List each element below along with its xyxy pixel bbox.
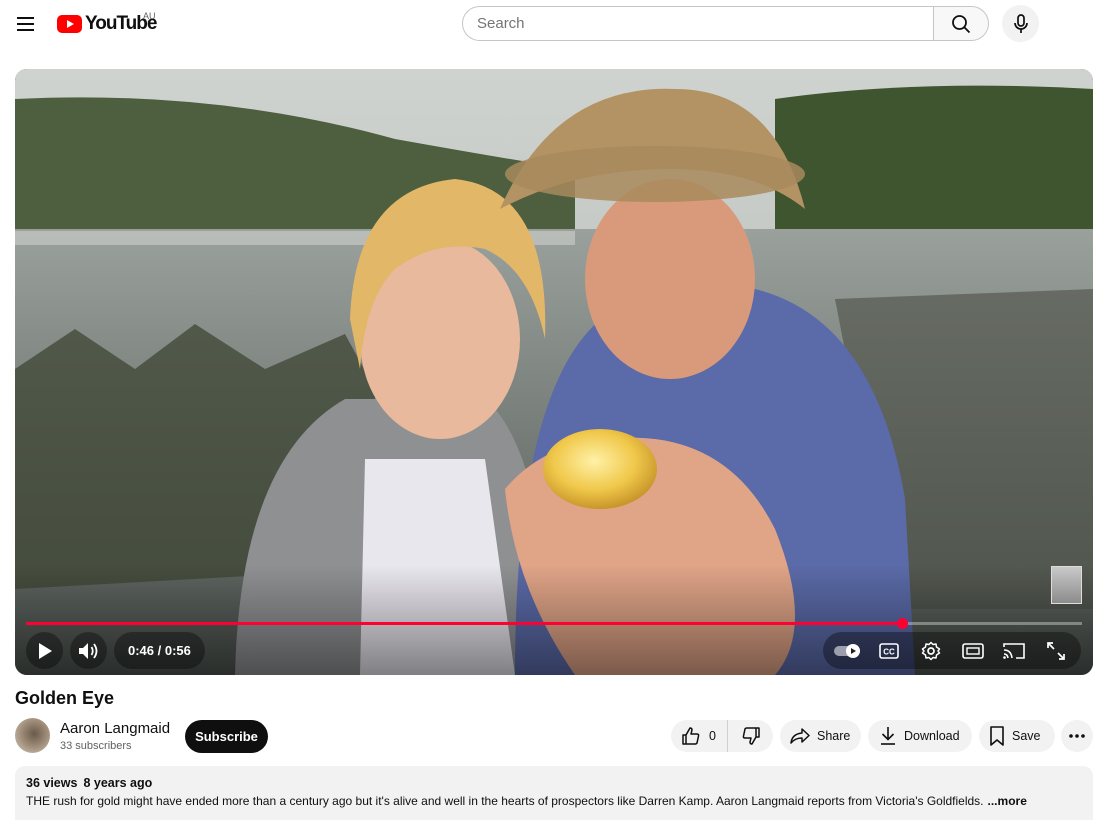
search-button[interactable] (933, 6, 989, 41)
thumbs-down-icon (742, 727, 760, 745)
captions-button[interactable]: CC (871, 632, 908, 669)
search-icon (952, 14, 971, 33)
autoplay-toggle[interactable] (829, 632, 866, 669)
masthead: YouTube AU (0, 0, 1100, 48)
mute-button-inner (70, 632, 107, 669)
youtube-play-logo-icon (57, 15, 82, 33)
thumbs-up-icon (682, 727, 700, 745)
settings-icon (921, 641, 941, 660)
subscriber-count: 33 subscribers (60, 740, 132, 752)
share-icon (790, 728, 810, 744)
description-text-row: THE rush for gold might have ended more … (26, 794, 1082, 808)
save-label: Save (1012, 729, 1041, 743)
autoplay-toggle-icon (833, 643, 860, 658)
volume-icon (78, 642, 97, 659)
right-controls: CC (823, 632, 1081, 669)
theater-mode-button[interactable] (954, 632, 991, 669)
like-dislike-group: 0 (671, 720, 773, 752)
youtube-logo[interactable]: YouTube (57, 10, 157, 38)
channel-watermark[interactable] (1051, 566, 1082, 604)
search-input[interactable] (477, 15, 920, 32)
save-button[interactable]: Save (979, 720, 1055, 752)
search-box (462, 6, 934, 41)
more-horizontal-icon (1069, 734, 1085, 738)
play-button-inner (26, 632, 63, 669)
guide-menu-button[interactable] (6, 4, 46, 44)
subscribe-button[interactable]: Subscribe (185, 720, 268, 753)
description-meta: 36 views 8 years ago (26, 776, 1082, 790)
download-button[interactable]: Download (868, 720, 972, 752)
region-code: AU (143, 11, 156, 21)
theater-mode-icon (961, 642, 984, 659)
description-more-link[interactable]: ...more (988, 794, 1027, 808)
cast-button[interactable] (996, 632, 1033, 669)
progress-bar[interactable] (26, 618, 1082, 629)
description-text: THE rush for gold might have ended more … (26, 794, 984, 808)
fullscreen-button[interactable] (1038, 632, 1075, 669)
like-button[interactable]: 0 (671, 720, 728, 752)
more-actions-button[interactable] (1061, 720, 1093, 752)
video-player[interactable]: 0:46 / 0:56 CC (15, 69, 1093, 675)
like-count: 0 (709, 729, 716, 743)
play-button[interactable] (26, 632, 63, 669)
share-label: Share (817, 729, 851, 743)
svg-text:CC: CC (884, 647, 896, 656)
voice-search-button[interactable] (1002, 5, 1039, 42)
time-display: 0:46 / 0:56 (114, 632, 205, 669)
channel-avatar[interactable] (15, 718, 50, 753)
mute-button[interactable] (70, 632, 107, 669)
captions-icon: CC (879, 642, 900, 659)
video-title: Golden Eye (15, 688, 115, 708)
hamburger-menu-icon (17, 17, 34, 31)
channel-name[interactable]: Aaron Langmaid (60, 720, 170, 737)
download-label: Download (904, 729, 960, 743)
share-button[interactable]: Share (780, 720, 861, 752)
cast-icon (1003, 642, 1026, 659)
upload-age: 8 years ago (83, 776, 153, 790)
progress-bar-fill (26, 622, 903, 625)
description-box[interactable]: 36 views 8 years ago THE rush for gold mi… (15, 766, 1093, 820)
bookmark-icon (990, 726, 1004, 746)
view-count: 36 views (26, 776, 78, 790)
settings-button[interactable] (913, 632, 950, 669)
play-icon (38, 642, 52, 659)
microphone-icon (1013, 13, 1028, 33)
dislike-button[interactable] (728, 720, 773, 752)
fullscreen-icon (1047, 641, 1065, 660)
download-icon (881, 727, 895, 745)
